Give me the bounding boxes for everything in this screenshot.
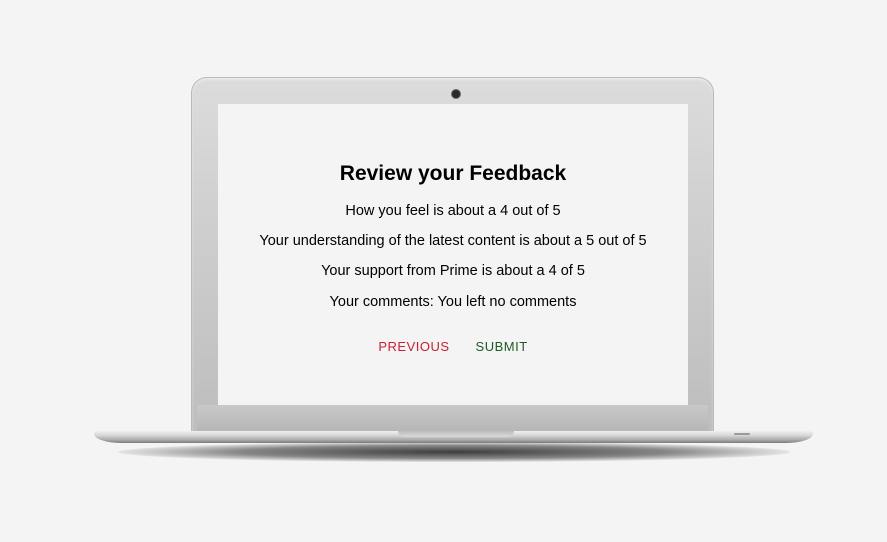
page-title: Review your Feedback [339, 162, 567, 185]
webcam-icon [452, 90, 460, 98]
previous-button[interactable]: PREVIOUS [378, 339, 449, 354]
laptop-screen: Review your Feedback How you feel is abo… [218, 104, 688, 405]
status-light [734, 433, 750, 435]
comments-summary: Your comments: You left no comments [329, 294, 577, 310]
laptop-shadow [118, 442, 790, 462]
laptop-hinge-notch [398, 431, 514, 437]
understanding-summary: Your understanding of the latest content… [259, 233, 647, 249]
action-buttons: PREVIOUS SUBMIT [218, 339, 688, 354]
submit-button[interactable]: SUBMIT [476, 339, 528, 354]
laptop-mockup: Review your Feedback How you feel is abo… [0, 0, 887, 542]
laptop-lid-bezel [197, 405, 708, 433]
feeling-summary: How you feel is about a 4 out of 5 [345, 203, 561, 219]
support-summary: Your support from Prime is about a 4 of … [321, 263, 585, 279]
